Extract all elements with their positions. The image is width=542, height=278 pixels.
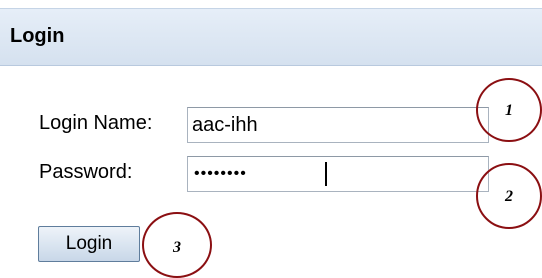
page-title: Login — [10, 25, 65, 47]
callout-circle-2: 2 — [476, 163, 542, 229]
callout-number-1: 1 — [505, 102, 513, 119]
header-bar: Login — [0, 8, 542, 66]
password-label: Password: — [39, 161, 133, 183]
login-name-input[interactable] — [187, 107, 489, 143]
callout-number-2: 2 — [505, 188, 513, 205]
callout-circle-3: 3 — [142, 212, 212, 278]
password-masked-value: •••••••• — [194, 165, 247, 182]
password-input[interactable]: •••••••• — [187, 156, 489, 192]
text-caret — [325, 162, 327, 186]
login-name-label: Login Name: — [39, 112, 153, 134]
callout-number-3: 3 — [173, 239, 181, 256]
callout-circle-1: 1 — [476, 78, 542, 142]
login-button[interactable]: Login — [38, 226, 140, 262]
